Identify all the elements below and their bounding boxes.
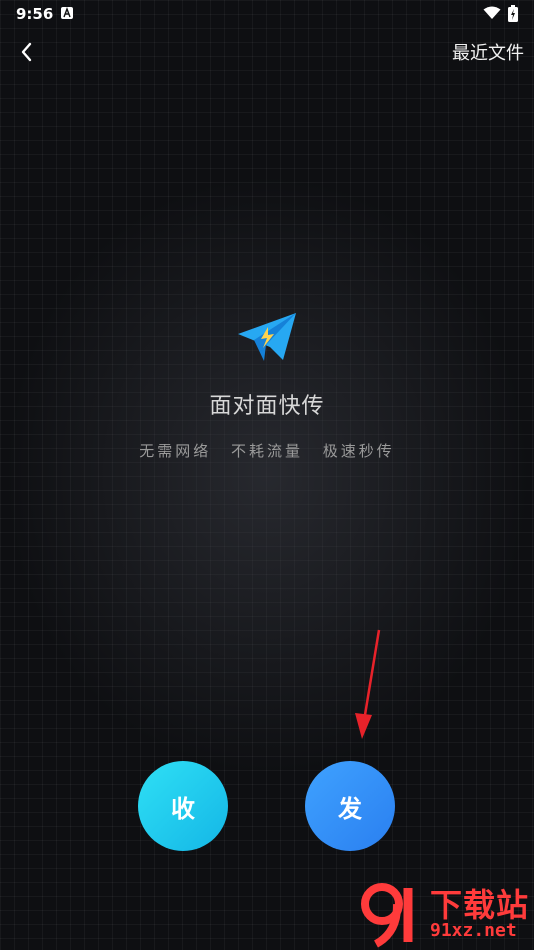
page-title: 面对面快传: [209, 394, 325, 419]
watermark-logo-icon: [361, 883, 413, 948]
back-button[interactable]: [14, 38, 42, 66]
feature-no-network: 无需网络: [139, 442, 212, 460]
battery-icon: [508, 5, 518, 22]
watermark-domain: 91xz.net: [430, 920, 517, 941]
receive-button[interactable]: 收: [138, 761, 228, 851]
a-icon: [61, 7, 73, 19]
annotation-arrow: [355, 629, 381, 739]
wifi-icon: [483, 6, 501, 19]
feature-list: 无需网络 不耗流量 极速秒传: [0, 440, 534, 461]
feature-no-data-usage: 不耗流量: [230, 442, 303, 460]
status-time: 9:56: [16, 5, 54, 23]
paper-plane-icon: [238, 313, 296, 361]
chevron-left-icon: [21, 42, 32, 62]
send-button[interactable]: 发: [305, 761, 395, 851]
status-bar: 9:56: [0, 0, 534, 28]
recent-files-button[interactable]: 最近文件: [452, 39, 524, 65]
watermark: 下载站 91xz.net: [360, 880, 532, 948]
feature-fast-transfer: 极速秒传: [322, 442, 395, 460]
